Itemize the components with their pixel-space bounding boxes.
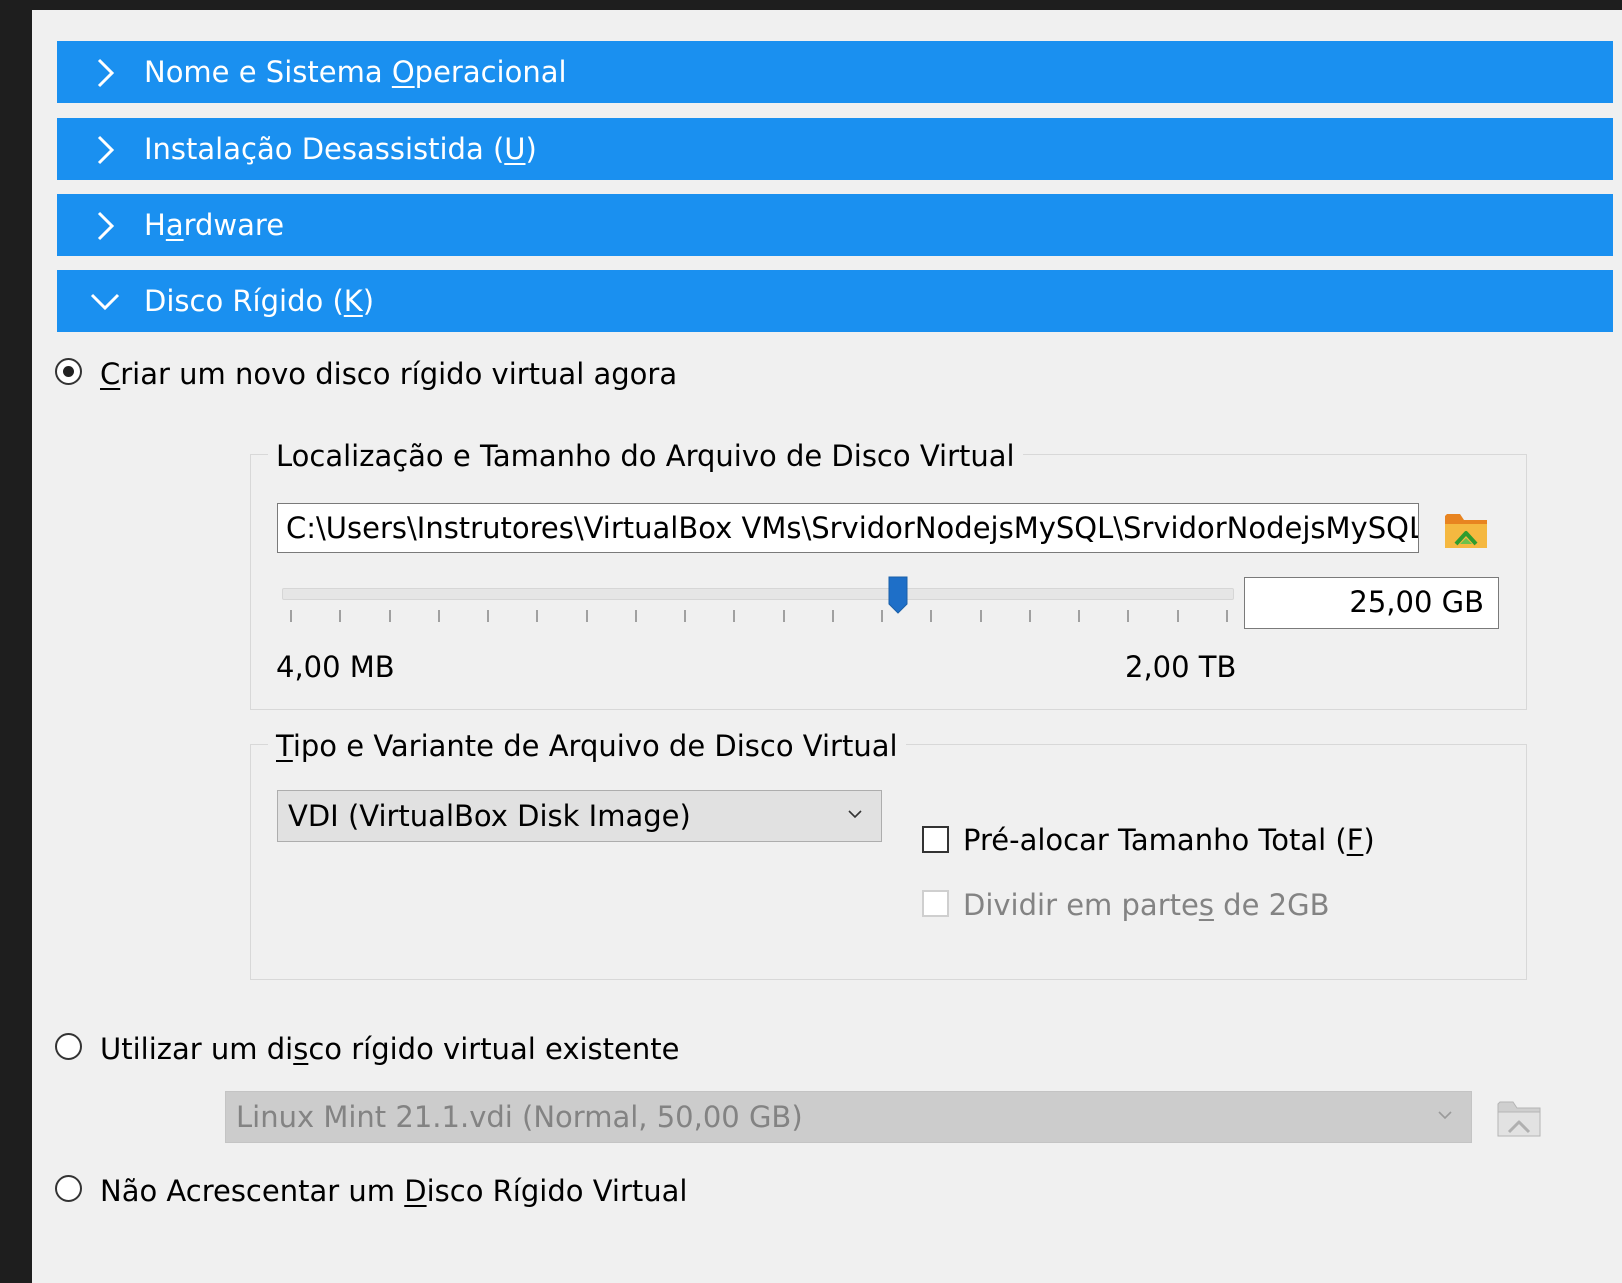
existing-disk-value: Linux Mint 21.1.vdi (Normal, 50,00 GB) [236, 1100, 803, 1134]
slider-tick [290, 610, 292, 622]
file-type-group [250, 744, 1527, 980]
section-label: Hardware [144, 208, 285, 242]
section-header-name-os[interactable]: Nome e Sistema Operacional [57, 41, 1613, 103]
location-size-group-title: Localização e Tamanho do Arquivo de Disc… [268, 438, 1023, 474]
preallocate-checkbox[interactable] [922, 826, 949, 853]
chevron-down-icon [90, 293, 120, 311]
disk-format-select[interactable]: VDI (VirtualBox Disk Image) [277, 790, 882, 842]
slider-tick [634, 610, 637, 622]
chevron-right-icon [97, 211, 115, 241]
disk-path-input[interactable]: C:\Users\Instrutores\VirtualBox VMs\Srvi… [277, 503, 1419, 553]
slider-tick [1028, 610, 1031, 622]
slider-tick [881, 610, 884, 622]
folder-open-icon [1445, 514, 1487, 548]
slider-tick [1078, 610, 1081, 622]
folder-open-icon [1497, 1101, 1541, 1137]
radio-button[interactable] [55, 358, 82, 385]
radio-label: Não Acrescentar um Disco Rígido Virtual [100, 1174, 688, 1208]
chevron-right-icon [97, 135, 115, 165]
disk-size-slider-thumb[interactable] [888, 576, 908, 614]
preallocate-label: Pré-alocar Tamanho Total (F) [963, 823, 1375, 857]
slider-tick [1127, 610, 1130, 622]
slider-tick [339, 610, 342, 622]
slider-tick [487, 610, 490, 622]
dialog-panel: Nome e Sistema Operacional Instalação De… [32, 10, 1622, 1283]
slider-max-label: 2,00 TB [1125, 650, 1237, 684]
section-header-hard-disk[interactable]: Disco Rígido (K) [57, 270, 1613, 332]
slider-tick [1176, 610, 1179, 622]
disk-size-slider-track[interactable] [282, 588, 1234, 600]
chevron-right-icon [97, 58, 115, 88]
slider-tick [930, 610, 933, 622]
existing-disk-select[interactable]: Linux Mint 21.1.vdi (Normal, 50,00 GB) [225, 1091, 1472, 1143]
radio-label: Criar um novo disco rígido virtual agora [100, 357, 678, 391]
slider-tick [684, 610, 687, 622]
slider-tick [388, 610, 391, 622]
disk-format-value: VDI (VirtualBox Disk Image) [288, 799, 691, 833]
radio-label: Utilizar um disco rígido virtual existen… [100, 1032, 680, 1066]
chevron-down-icon [1438, 1111, 1452, 1120]
slider-tick [733, 610, 736, 622]
slider-tick [782, 610, 785, 622]
section-header-hardware[interactable]: Hardware [57, 194, 1613, 256]
section-label: Nome e Sistema Operacional [144, 55, 567, 89]
chevron-down-icon [848, 810, 862, 819]
choose-existing-disk-button[interactable] [1495, 1094, 1543, 1140]
slider-tick [437, 610, 440, 622]
section-header-unattended[interactable]: Instalação Desassistida (U) [57, 118, 1613, 180]
slider-min-label: 4,00 MB [276, 650, 395, 684]
choose-file-button[interactable] [1442, 506, 1490, 552]
section-label: Instalação Desassistida (U) [144, 132, 537, 166]
split-2gb-checkbox[interactable] [922, 890, 949, 917]
slider-tick [536, 610, 539, 622]
slider-tick [1226, 610, 1228, 622]
radio-button[interactable] [55, 1033, 82, 1060]
slider-tick [585, 610, 588, 622]
file-type-group-title: Tipo e Variante de Arquivo de Disco Virt… [268, 728, 906, 764]
disk-size-input[interactable]: 25,00 GB [1244, 577, 1499, 629]
radio-button[interactable] [55, 1175, 82, 1202]
slider-tick [979, 610, 982, 622]
slider-tick [831, 610, 834, 622]
section-label: Disco Rígido (K) [144, 284, 375, 318]
split-2gb-label: Dividir em partes de 2GB [963, 888, 1330, 922]
